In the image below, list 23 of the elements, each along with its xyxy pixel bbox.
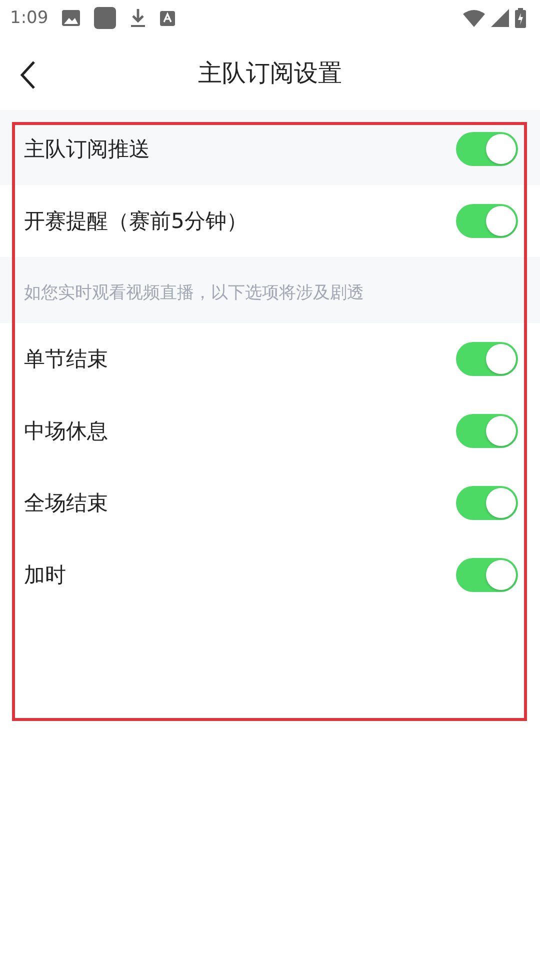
toggle-switch[interactable] <box>456 132 518 166</box>
wifi-icon <box>463 9 485 27</box>
toggle-switch[interactable] <box>456 204 518 238</box>
toggle-switch[interactable] <box>456 558 518 592</box>
square-icon <box>94 7 116 29</box>
back-icon[interactable] <box>18 60 38 90</box>
setting-label: 中场休息 <box>24 418 108 445</box>
download-icon <box>130 8 146 28</box>
battery-icon <box>515 8 526 28</box>
setting-label: 开赛提醒（赛前5分钟） <box>24 208 248 235</box>
toggle-switch[interactable] <box>456 414 518 448</box>
toggle-switch[interactable] <box>456 486 518 520</box>
page-title: 主队订阅设置 <box>198 58 342 89</box>
setting-label: 主队订阅推送 <box>24 136 150 162</box>
font-icon <box>160 10 176 26</box>
image-icon <box>62 10 80 26</box>
setting-label: 单节结束 <box>24 346 108 373</box>
note-text: 如您实时观看视频直播，以下选项将涉及剧透 <box>24 282 364 304</box>
status-time: 1:09 <box>10 8 48 28</box>
setting-label: 全场结束 <box>24 490 108 517</box>
toggle-switch[interactable] <box>456 342 518 376</box>
setting-label: 加时 <box>24 562 66 589</box>
signal-icon <box>491 9 509 27</box>
